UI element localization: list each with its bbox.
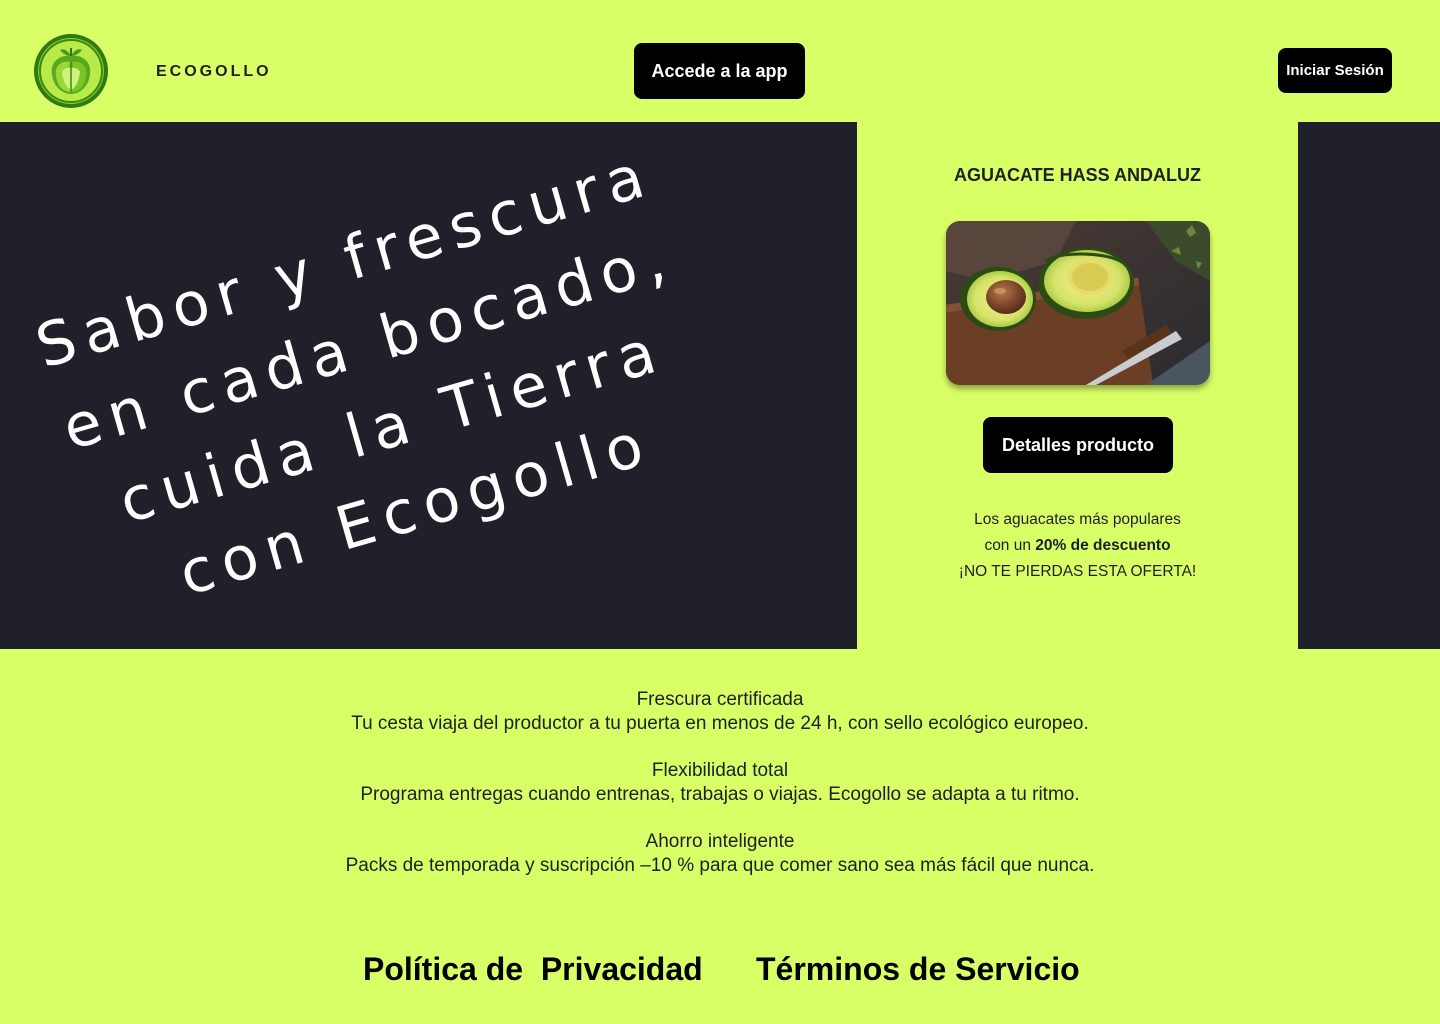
features-section: Frescura certificada Tu cesta viaja del … [0,688,1440,901]
promo-text: Los aguacates más populares con un 20% d… [857,507,1298,585]
feature-title: Frescura certificada [636,689,804,710]
site-header: ECOGOLLO Accede a la app Iniciar Sesión [0,0,1440,122]
login-button[interactable]: Iniciar Sesión [1278,48,1392,93]
access-app-button[interactable]: Accede a la app [634,43,805,99]
feature-text: Programa entregas cuando entrenas, traba… [360,784,1080,805]
product-card: AGUACATE HASS ANDALUZ Detalles producto … [857,122,1298,649]
promo-line-1: Los aguacates más populares [974,511,1181,528]
feature-freshness: Frescura certificada Tu cesta viaja del … [0,688,1440,736]
hero-panel: Sabor y frescura en cada bocado, cuida l… [0,122,857,649]
privacy-policy-link[interactable]: Política de Privacidad [363,951,703,988]
feature-savings: Ahorro inteligente Packs de temporada y … [0,830,1440,878]
promo-line-3: ¡NO TE PIERDAS ESTA OFERTA! [958,563,1197,580]
terms-of-service-link[interactable]: Términos de Servicio [756,951,1080,988]
product-title: AGUACATE HASS ANDALUZ [954,165,1201,185]
feature-text: Packs de temporada y suscripción –10 % p… [345,855,1095,876]
feature-title: Flexibilidad total [651,760,789,781]
avocado-image [946,221,1210,385]
lettuce-logo-icon[interactable] [32,32,110,110]
promo-line-2: con un 20% de descuento [857,533,1298,559]
hero-side-panel [1298,122,1440,649]
feature-flexibility: Flexibilidad total Programa entregas cua… [0,759,1440,807]
feature-text: Tu cesta viaja del productor a tu puerta… [351,713,1089,734]
hero-headline: Sabor y frescura en cada bocado, cuida l… [28,139,682,610]
promo-line-2-prefix: con un [984,537,1036,554]
product-details-button[interactable]: Detalles producto [983,417,1173,473]
brand-name: ECOGOLLO [156,63,272,80]
discount-highlight: 20% de descuento [1035,537,1171,554]
feature-title: Ahorro inteligente [645,831,795,852]
